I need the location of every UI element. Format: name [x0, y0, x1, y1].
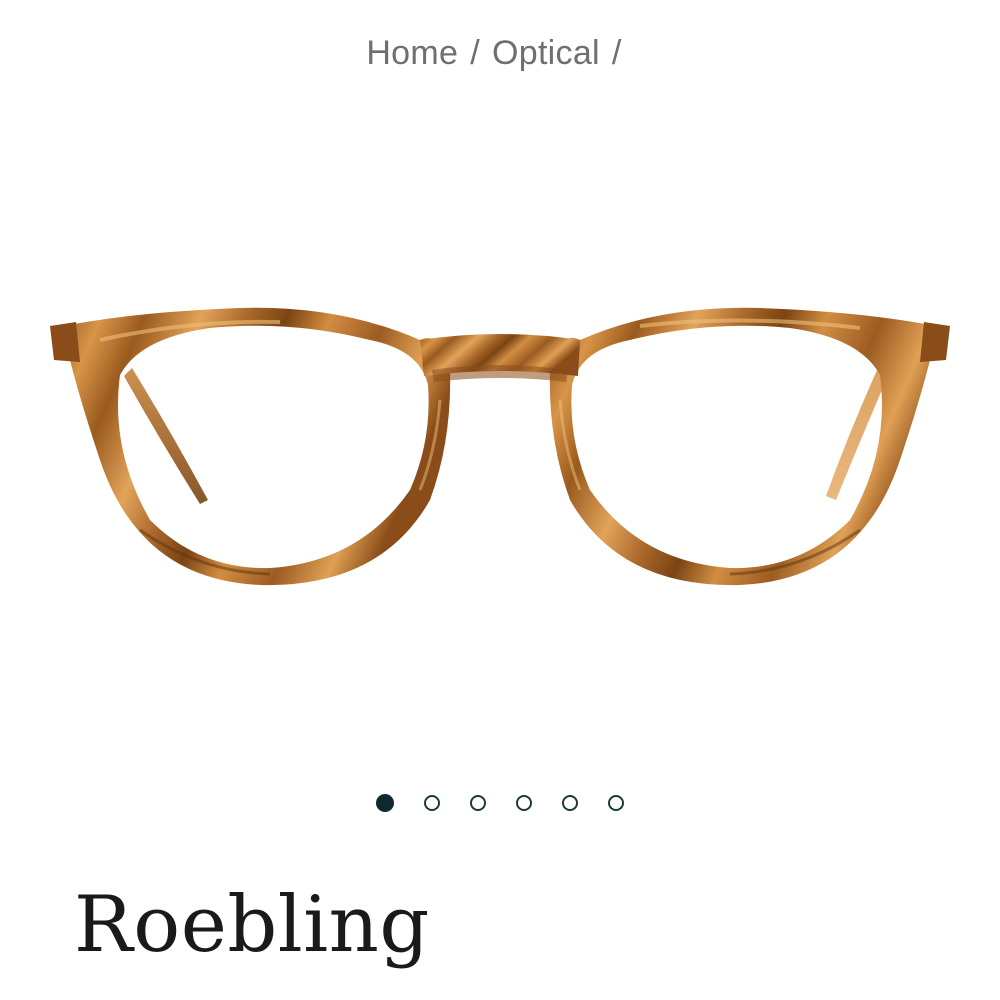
breadcrumb-optical-link[interactable]: Optical: [492, 34, 600, 72]
breadcrumb-home-link[interactable]: Home: [366, 34, 458, 72]
breadcrumb-separator: /: [611, 34, 622, 72]
carousel-pagination: [0, 794, 1000, 812]
carousel-dot-5[interactable]: [562, 795, 578, 811]
eyeglasses-icon: [50, 307, 950, 586]
product-page: Home / Optical / Roebling: [0, 0, 1000, 1000]
product-image[interactable]: [40, 200, 960, 620]
carousel-dot-2[interactable]: [424, 795, 440, 811]
product-title: Roebling: [74, 880, 430, 970]
breadcrumb: Home / Optical /: [0, 34, 1000, 73]
carousel-dot-6[interactable]: [608, 795, 624, 811]
breadcrumb-separator: /: [470, 34, 480, 72]
carousel-dot-4[interactable]: [516, 795, 532, 811]
carousel-dot-1[interactable]: [376, 794, 394, 812]
carousel-dot-3[interactable]: [470, 795, 486, 811]
